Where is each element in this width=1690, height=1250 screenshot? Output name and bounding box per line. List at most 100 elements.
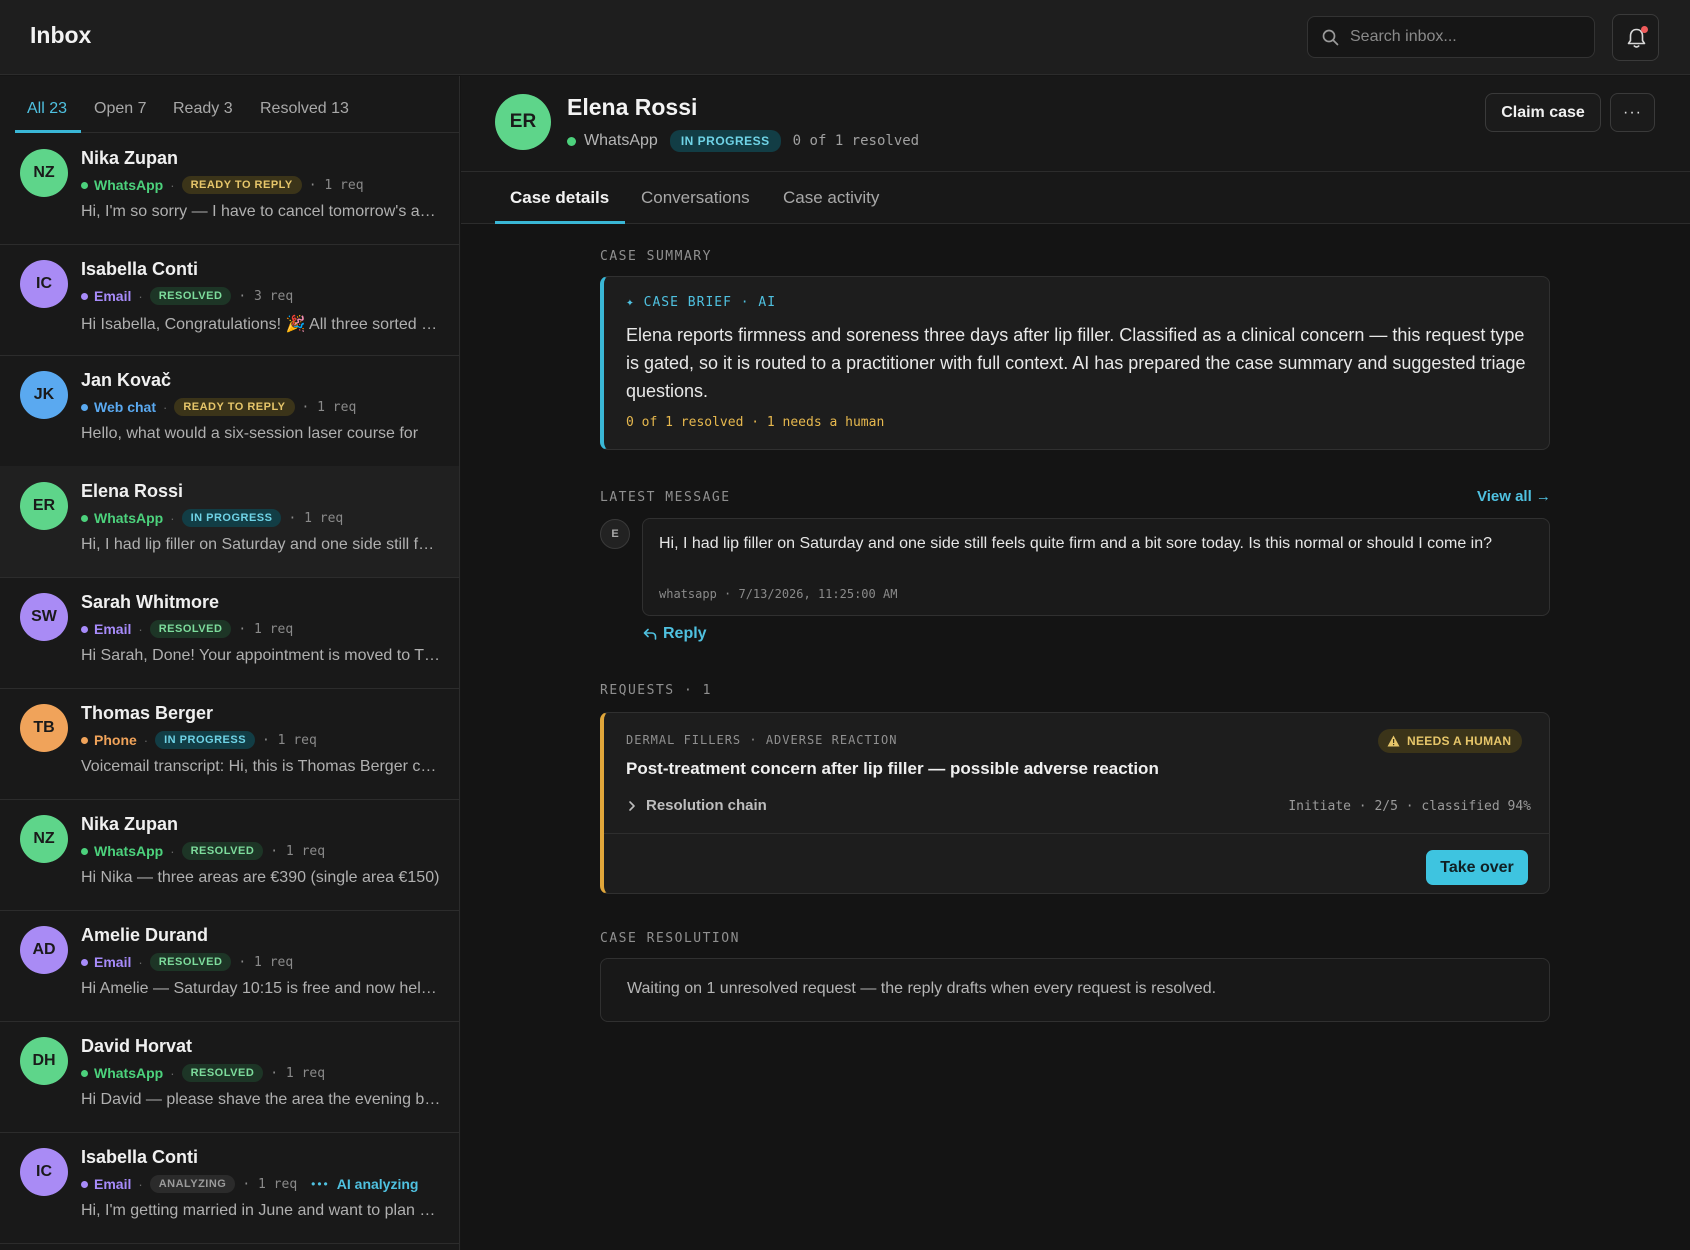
channel-dot [567,136,576,146]
conversation-meta: Web chat · READY TO REPLY · 1 req [81,397,363,417]
contact-name: Amelie Durand [81,925,209,945]
avatar: DH [20,1037,68,1085]
request-count: · 1 req [238,621,294,637]
conversation-item[interactable]: SW Sarah Whitmore Email · RESOLVED · 1 req Hi … [0,577,459,689]
filter-tab-ready[interactable]: Ready 3 [173,100,233,118]
request-count: · 1 req [301,399,357,415]
conversation-item[interactable]: TB Thomas Berger Phone · IN PROGRESS · 1 req V… [0,688,459,800]
conversation-item[interactable]: IC Isabella Conti Email · RESOLVED · 3 req Hi … [0,244,459,356]
avatar: AD [20,926,68,974]
divider [604,833,1550,834]
resolution-text: Waiting on 1 unresolved request — the re… [627,980,1217,997]
channel-label: Email [94,621,132,637]
needs-human-badge: NEEDS A HUMAN [1378,729,1523,753]
warning-icon [1387,735,1400,747]
separator: · [170,177,175,193]
case-contact-name: Elena Rossi [567,94,698,120]
search-input[interactable] [1350,25,1580,49]
notifications-button[interactable] [1612,14,1659,61]
conversation-list: All 23 Open 7 Ready 3 Resolved 13 NZ Nika… [0,76,460,1250]
conversation-item[interactable]: NZ Nika Zupan WhatsApp · RESOLVED · 1 req Hi N… [0,799,459,911]
conversation-item[interactable]: JK Jan Kovač Web chat · READY TO REPLY · 1 re… [0,355,459,467]
conversation-meta: WhatsApp · RESOLVED · 1 req [81,841,332,861]
request-card: DERMAL FILLERS · ADVERSE REACTION NEEDS … [600,712,1550,894]
channel-dot [81,403,88,411]
tab-conversations[interactable]: Conversations [641,188,750,208]
status-badge: RESOLVED [149,287,232,305]
separator: · [138,621,143,637]
conversation-item[interactable]: AD Amelie Durand Email · RESOLVED · 1 req Hi A… [0,910,459,1022]
message-preview: Hi Amelie — Saturday 10:15 is free and n… [81,980,441,997]
request-count: · 1 req [308,177,364,193]
channel-dot [81,625,88,633]
status-badge: READY TO REPLY [174,398,295,416]
channel-label: Email [94,288,132,304]
filter-tab-open[interactable]: Open 7 [94,100,147,118]
contact-name: Isabella Conti [81,1147,199,1167]
request-count: · 1 req [288,510,344,526]
tab-case-details[interactable]: Case details [510,188,609,208]
message-preview: Hi, I'm getting married in June and want… [81,1202,441,1219]
status-badge: READY TO REPLY [181,176,302,194]
request-title: Post-treatment concern after lip filler … [626,759,1159,778]
avatar: IC [20,1148,68,1196]
chevron-right-icon [629,800,635,811]
channel-label: Email [94,1176,132,1192]
more-options-button[interactable]: ··· [1610,93,1655,132]
section-label-requests: REQUESTS · 1 [600,683,712,698]
request-status: Initiate · 2/5 · classified 94% [1288,799,1531,814]
channel-dot [81,514,88,522]
request-category: DERMAL FILLERS · ADVERSE REACTION [626,733,898,747]
contact-name: Nika Zupan [81,814,179,834]
contact-name: Elena Rossi [81,481,184,501]
ai-status: AI analyzing [336,1176,419,1192]
case-brief-text: Elena reports firmness and soreness thre… [626,325,1526,401]
filter-tabs: All 23 Open 7 Ready 3 Resolved 13 [15,76,459,133]
active-tab-indicator [495,221,625,224]
conversation-meta: Phone · IN PROGRESS · 1 req [81,730,324,750]
latest-message-bubble: Hi, I had lip filler on Saturday and one… [642,518,1550,616]
contact-name: Nika Zupan [81,148,179,168]
contact-name: David Horvat [81,1036,193,1056]
status-badge: RESOLVED [149,953,232,971]
view-all-link[interactable]: View all → [1477,488,1551,505]
conversation-meta: WhatsApp · RESOLVED · 1 req [81,1063,332,1083]
conversation-item[interactable]: IC Isabella Conti Email · ANALYZING · 1 req ••… [0,1132,459,1244]
conversation-meta: Email · ANALYZING · 1 req ••• AI analyzing [81,1174,418,1194]
top-bar: Inbox [0,0,1690,75]
search-box[interactable] [1307,16,1595,58]
message-preview: Voicemail transcript: Hi, this is Thomas… [81,758,441,775]
conversation-item[interactable]: DH David Horvat WhatsApp · RESOLVED · 1 req Hi… [0,1021,459,1133]
channel-dot [81,181,88,189]
avatar: NZ [20,149,68,197]
channel-dot [81,736,88,744]
separator: · [162,399,168,415]
analyzing-dots-icon: ••• [311,1177,330,1191]
conversation-meta: Email · RESOLVED · 1 req [81,619,300,639]
avatar: NZ [20,815,68,863]
tab-case-activity[interactable]: Case activity [783,188,879,208]
contact-name: Thomas Berger [81,703,214,723]
conversation-item[interactable]: NZ Nika Zupan WhatsApp · READY TO REPLY · 1 r… [0,133,459,245]
status-badge: RESOLVED [149,620,232,638]
section-label-resolution: CASE RESOLUTION [600,931,740,946]
filter-tab-resolved[interactable]: Resolved 13 [260,100,349,118]
message-preview: Hi Isabella, Congratulations! 🎉 All thre… [81,316,441,333]
resolution-chain-toggle[interactable]: Resolution chain [628,797,767,814]
channel-dot [81,1069,88,1077]
status-badge: RESOLVED [181,1064,264,1082]
separator: · [170,1065,175,1081]
claim-case-button[interactable]: Claim case [1485,93,1601,132]
filter-tab-all[interactable]: All 23 [27,100,67,118]
avatar: ER [495,94,551,150]
request-count: · 1 req [270,843,326,859]
conversation-item[interactable]: ER Elena Rossi WhatsApp · IN PROGRESS · 1 req… [0,466,459,578]
take-over-button[interactable]: Take over [1426,850,1528,885]
reply-button[interactable]: Reply [643,625,707,643]
message-preview: Hi Nika — three areas are €390 (single a… [81,869,440,886]
request-count: · 3 req [238,288,294,304]
channel-label: WhatsApp [94,510,164,526]
contact-name: Jan Kovač [81,370,172,390]
channel-dot [81,958,88,966]
section-label-latest: LATEST MESSAGE [600,490,731,505]
